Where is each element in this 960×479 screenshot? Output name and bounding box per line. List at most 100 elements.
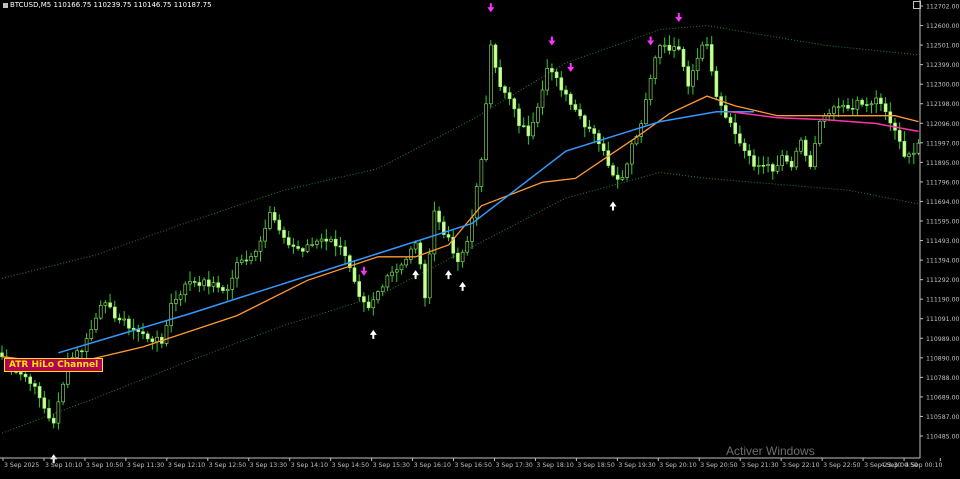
windows-activation-watermark: Activer Windows [726,444,815,458]
candle [564,85,568,102]
candle-body [728,117,733,124]
candle [432,201,437,262]
candle [756,156,761,175]
candle-body [521,125,526,127]
candle [380,284,385,297]
candle-body [662,44,667,47]
candle [526,115,531,145]
candle-body [648,78,653,101]
candle [860,98,864,108]
candle-body [174,298,178,304]
candle-body [568,93,573,105]
sell-arrow-icon [487,3,495,13]
candle-body [493,44,498,68]
x-tick-label: 3 Sep 15:30 [373,462,410,469]
candle [667,35,672,55]
candle-body [413,242,418,250]
candle-body [286,237,291,246]
candle-body [456,252,460,263]
candle [531,112,535,140]
candle [108,293,112,309]
candle [554,68,559,87]
candle [98,300,103,320]
candle-body [559,77,564,91]
candle [343,240,347,266]
chart-shift-icon[interactable] [913,1,921,9]
buy-arrow-icon [412,270,420,280]
candle-body [390,271,394,277]
candle-body [879,97,883,104]
candle-body [695,57,700,72]
candle-body [902,141,907,157]
candle [493,43,498,73]
candle [404,256,409,268]
candle-body [888,111,893,124]
candle [498,59,503,92]
candle-body [28,376,33,384]
candle-body [625,163,629,178]
candle-body [742,142,747,151]
candle [681,46,686,72]
price-chart[interactable]: 112702.00 112600.00 112501.00 112399.00 1123… [0,0,960,475]
candle-body [423,263,427,299]
candle-body [418,242,423,265]
candle-body [526,125,531,137]
candle [103,300,108,314]
candle-body [503,86,507,93]
chart-menu-icon[interactable] [3,2,8,8]
candle [89,319,94,342]
candle [174,290,178,312]
y-tick-label: 112600.00 [926,23,960,30]
y-tick-label: 112501.00 [926,43,960,50]
x-tick-label: 3 Sep 16:50 [455,462,492,469]
candle-body [766,164,770,166]
x-tick-label: 3 Sep 10:50 [86,462,123,469]
candle-body [352,267,357,282]
candle [766,156,770,173]
candle-body [597,133,601,145]
candle-body [47,408,51,419]
candle [846,98,850,112]
candle-body [907,153,911,157]
candle-body [564,89,568,95]
candle [33,379,37,395]
y-tick-label: 110890.00 [926,355,960,362]
x-tick-label: 3 Sep 12:50 [209,462,246,469]
candle [136,324,141,342]
chart-window[interactable]: 112702.00 112600.00 112501.00 112399.00 1123… [0,0,960,475]
y-tick-label: 112399.00 [926,62,960,69]
x-tick-label: 3 Sep 18:10 [536,462,573,469]
candle-body [221,287,225,291]
candle [799,137,803,155]
candle-body [676,46,681,50]
candle-body [23,373,28,378]
candle-body [315,240,319,245]
x-tick-label: 3 Sep 16:10 [414,462,451,469]
buy-arrow-icon [445,270,452,280]
candle [620,170,625,182]
candle [658,43,662,65]
candle [47,399,51,422]
candle-body [178,294,183,300]
candle [761,156,766,174]
candle-body [145,333,150,340]
candle-body [587,126,592,129]
candle-body [197,282,202,286]
candle-body [272,212,277,221]
candle [254,249,258,262]
x-tick-label: 3 Sep 11:30 [127,462,164,469]
candle-body [89,329,94,339]
candle [592,124,597,144]
candle-body [629,143,634,165]
candle [169,293,173,333]
candle [263,219,268,249]
candle-body [470,217,474,242]
candle [155,330,159,352]
candle [841,100,846,113]
candle-body [244,259,249,262]
candle [61,381,65,405]
y-tick-label: 112096.00 [926,121,960,128]
candle-body [329,238,333,242]
candle [662,37,667,54]
candle [460,249,465,268]
